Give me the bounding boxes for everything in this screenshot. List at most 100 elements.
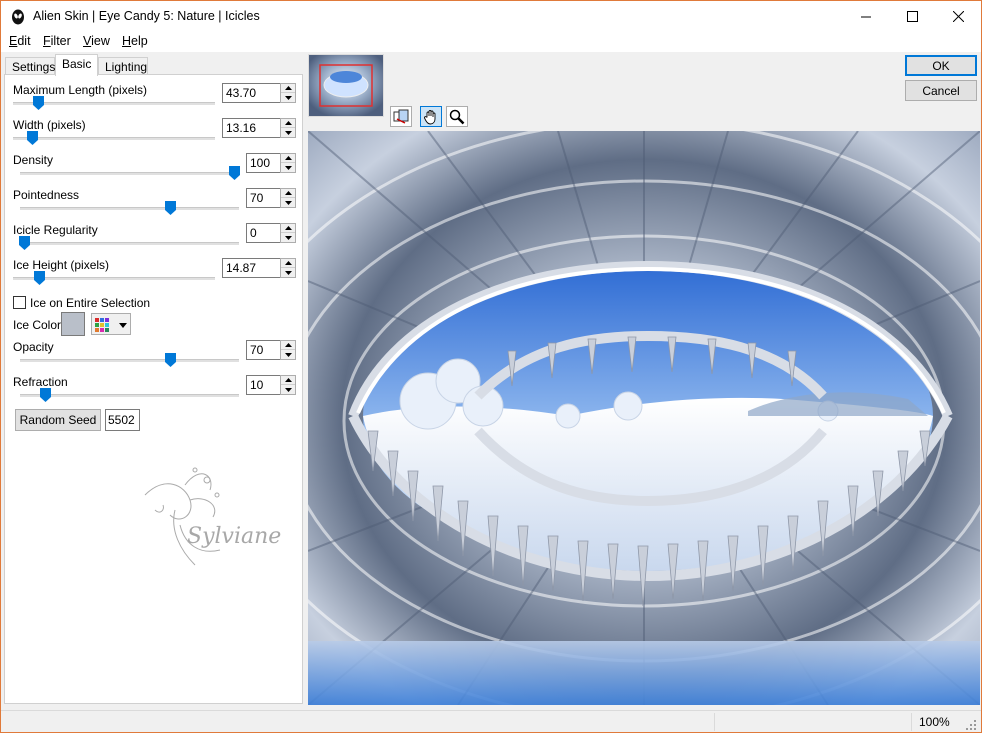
arrow-down-icon — [284, 130, 292, 135]
refraction-spinner[interactable] — [280, 375, 296, 395]
random-seed-value[interactable]: 5502 — [105, 409, 140, 431]
regularity-input[interactable]: 0 — [246, 223, 282, 243]
density-spinner[interactable] — [280, 153, 296, 173]
arrow-down-icon — [284, 200, 292, 205]
menu-view[interactable]: View — [83, 34, 110, 48]
ice-height-slider-thumb[interactable] — [34, 271, 45, 285]
regularity-slider-track[interactable] — [20, 242, 239, 245]
menu-help-label: elp — [131, 34, 148, 48]
ice-height-input[interactable]: 14.87 — [222, 258, 282, 278]
menu-help[interactable]: Help — [122, 34, 148, 48]
pointedness-input[interactable]: 70 — [246, 188, 282, 208]
arrow-up-icon — [284, 121, 292, 125]
width-slider-track[interactable] — [13, 137, 215, 140]
density-input[interactable]: 100 — [246, 153, 282, 173]
ice-color-swatch[interactable] — [61, 312, 85, 336]
regularity-label: Icicle Regularity — [13, 223, 98, 237]
hand-icon — [424, 109, 436, 124]
regularity-slider-thumb[interactable] — [19, 236, 30, 250]
max-length-slider-thumb[interactable] — [33, 96, 44, 110]
zoom-level: 100% — [919, 715, 950, 729]
dropdown-arrow-icon — [119, 323, 127, 328]
tab-basic[interactable]: Basic — [55, 54, 98, 76]
hand-tool-button[interactable] — [420, 106, 442, 127]
ice-entire-selection-checkbox[interactable] — [13, 296, 26, 309]
watermark-text: Sylviane — [187, 524, 281, 549]
random-seed-button[interactable]: Random Seed — [15, 409, 101, 431]
refraction-slider-track[interactable] — [20, 394, 239, 397]
regularity-down-button[interactable] — [281, 233, 295, 242]
arrow-up-icon — [284, 156, 292, 160]
close-icon — [952, 11, 964, 22]
magnifier-icon — [449, 109, 465, 124]
regularity-up-button[interactable] — [281, 224, 295, 233]
pointedness-up-button[interactable] — [281, 189, 295, 198]
arrow-up-icon — [284, 343, 292, 347]
max-length-input[interactable]: 43.70 — [222, 83, 282, 103]
opacity-label: Opacity — [13, 340, 54, 354]
density-up-button[interactable] — [281, 154, 295, 163]
refraction-slider-thumb[interactable] — [40, 388, 51, 402]
minimize-icon — [860, 16, 871, 18]
arrow-up-icon — [284, 261, 292, 265]
ice-height-value: 14.87 — [226, 261, 257, 275]
ok-button[interactable]: OK — [905, 55, 977, 76]
ice-height-spinner[interactable] — [280, 258, 296, 278]
opacity-value: 70 — [250, 343, 264, 357]
preview-navigator[interactable] — [308, 54, 384, 117]
width-down-button[interactable] — [281, 128, 295, 137]
menu-edit[interactable]: Edit — [9, 34, 31, 48]
arrow-up-icon — [284, 191, 292, 195]
refraction-input[interactable]: 10 — [246, 375, 282, 395]
pointedness-slider-thumb[interactable] — [165, 201, 176, 215]
menu-filter-mnemonic: F — [43, 34, 51, 48]
status-bar: 100% — [1, 710, 981, 732]
close-button[interactable] — [935, 1, 981, 32]
refraction-down-button[interactable] — [281, 385, 295, 394]
max-length-down-button[interactable] — [281, 93, 295, 102]
ice-height-up-button[interactable] — [281, 259, 295, 268]
width-input[interactable]: 13.16 — [222, 118, 282, 138]
opacity-spinner[interactable] — [280, 340, 296, 360]
refraction-up-button[interactable] — [281, 376, 295, 385]
tab-lighting[interactable]: Lighting — [98, 57, 148, 75]
max-length-spinner[interactable] — [280, 83, 296, 103]
tab-settings[interactable]: Settings — [5, 57, 55, 75]
zoom-tool-button[interactable] — [446, 106, 468, 127]
pointedness-down-button[interactable] — [281, 198, 295, 207]
menu-bar: Edit Filter View Help — [1, 32, 981, 52]
arrow-down-icon — [284, 235, 292, 240]
max-length-label: Maximum Length (pixels) — [13, 83, 148, 97]
resize-grip-icon[interactable] — [965, 719, 977, 731]
opacity-input[interactable]: 70 — [246, 340, 282, 360]
width-spinner[interactable] — [280, 118, 296, 138]
pointedness-value: 70 — [250, 191, 264, 205]
ice-color-label: Ice Color — [13, 318, 62, 332]
cancel-button[interactable]: Cancel — [905, 80, 977, 101]
density-slider-thumb[interactable] — [229, 166, 240, 180]
ice-height-down-button[interactable] — [281, 268, 295, 277]
width-up-button[interactable] — [281, 119, 295, 128]
pointedness-slider-track[interactable] — [20, 207, 239, 210]
arrow-down-icon — [284, 165, 292, 170]
opacity-slider-thumb[interactable] — [165, 353, 176, 367]
effect-preview-canvas[interactable] — [308, 131, 980, 705]
regularity-spinner[interactable] — [280, 223, 296, 243]
density-down-button[interactable] — [281, 163, 295, 172]
maximize-icon — [906, 11, 918, 22]
preview-image — [308, 131, 980, 705]
minimize-button[interactable] — [843, 1, 889, 32]
color-palette-button[interactable] — [91, 313, 131, 335]
max-length-up-button[interactable] — [281, 84, 295, 93]
density-slider-track[interactable] — [20, 172, 239, 175]
opacity-up-button[interactable] — [281, 341, 295, 350]
menu-filter[interactable]: Filter — [43, 34, 71, 48]
maximize-button[interactable] — [889, 1, 935, 32]
width-slider-thumb[interactable] — [27, 131, 38, 145]
sylviane-watermark: Sylviane — [144, 467, 281, 566]
alien-skin-logo-icon — [12, 9, 24, 25]
pointedness-spinner[interactable] — [280, 188, 296, 208]
toggle-preview-button[interactable] — [390, 106, 412, 127]
opacity-slider-track[interactable] — [20, 359, 239, 362]
opacity-down-button[interactable] — [281, 350, 295, 359]
